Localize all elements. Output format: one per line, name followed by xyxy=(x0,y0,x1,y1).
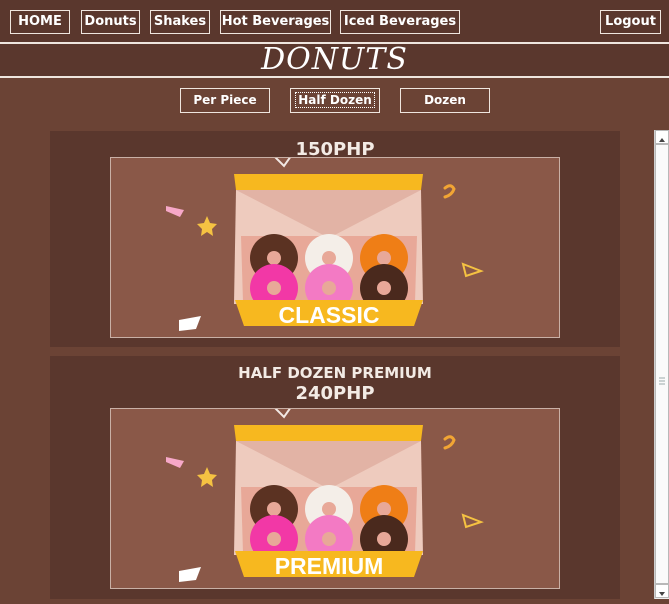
nav-shakes-button[interactable]: Shakes xyxy=(150,10,210,34)
nav-iced-beverages-button[interactable]: Iced Beverages xyxy=(340,10,460,34)
donut-box-illustration: PREMIUM xyxy=(166,409,484,582)
nav-donuts-button[interactable]: Donuts xyxy=(81,10,140,34)
grip-icon xyxy=(659,377,665,385)
logout-button[interactable]: Logout xyxy=(600,10,661,34)
product-name: HALF DOZEN PREMIUM xyxy=(238,364,432,382)
dozen-label: Dozen xyxy=(424,93,466,107)
scroll-up-arrow[interactable] xyxy=(655,130,669,144)
page-title: DONUTS xyxy=(261,42,408,77)
product-list: 150PHP CLASSIC HALF DOZEN PREMIUM 240PHP… xyxy=(0,126,654,599)
half-dozen-button[interactable]: Half Dozen xyxy=(290,88,380,113)
top-nav-bar: HOME Donuts Shakes Hot Beverages Iced Be… xyxy=(0,0,669,44)
per-piece-label: Per Piece xyxy=(193,93,257,107)
nav-hot-beverages-button[interactable]: Hot Beverages xyxy=(220,10,331,34)
per-piece-button[interactable]: Per Piece xyxy=(180,88,270,113)
product-price: 240PHP xyxy=(295,383,375,404)
donut-box-illustration: CLASSIC xyxy=(166,158,484,331)
dozen-button[interactable]: Dozen xyxy=(400,88,490,113)
nav-home-button[interactable]: HOME xyxy=(10,10,70,34)
product-image-classic[interactable]: CLASSIC xyxy=(110,157,560,338)
product-card: 150PHP CLASSIC xyxy=(50,131,620,347)
scroll-thumb[interactable] xyxy=(655,144,669,584)
vertical-scrollbar[interactable] xyxy=(654,130,669,599)
box-label: PREMIUM xyxy=(275,553,384,579)
box-label: CLASSIC xyxy=(279,302,380,328)
product-image-premium[interactable]: PREMIUM xyxy=(110,408,560,589)
title-band: DONUTS xyxy=(0,44,669,78)
scroll-down-arrow[interactable] xyxy=(655,584,669,598)
half-dozen-label: Half Dozen xyxy=(295,92,375,108)
chevron-down-icon xyxy=(659,592,665,596)
product-card: HALF DOZEN PREMIUM 240PHP PREMIUM xyxy=(50,356,620,599)
